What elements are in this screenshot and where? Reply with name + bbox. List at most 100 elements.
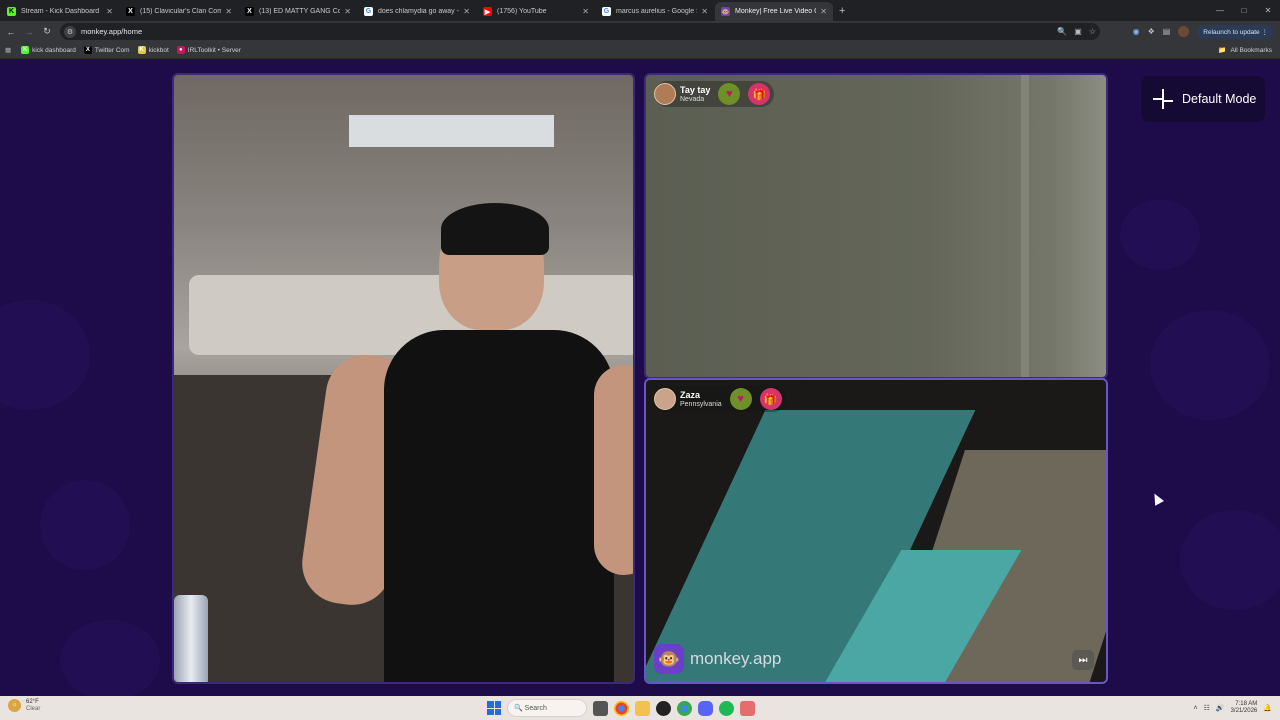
audio-icon[interactable]: ◉ <box>1133 27 1140 36</box>
bookmark-favicon-icon: K <box>137 46 146 54</box>
bookmark-item[interactable]: Kkick dashboard <box>21 46 76 54</box>
mouse-cursor <box>1150 491 1164 506</box>
tab-favicon-icon: X <box>126 7 135 16</box>
bookmark-item[interactable]: Kkickbot <box>137 46 169 54</box>
default-mode-button[interactable]: Default Mode <box>1141 76 1265 122</box>
windows-taskbar: ☼ 62°F Clear 🔍 Search ˄ ☷ 🔊 7:18 AM 3/21… <box>0 696 1280 720</box>
close-tab-icon[interactable]: ✕ <box>463 7 470 16</box>
close-tab-icon[interactable]: ✕ <box>225 7 232 16</box>
browser-tab[interactable]: Gmarcus aurelius - Google Search ✕ <box>596 2 714 21</box>
avatar <box>654 83 676 105</box>
tab-title: Stream - Kick Dashboard <box>21 8 100 15</box>
bookmark-label: kickbot <box>148 46 169 54</box>
close-tab-icon[interactable]: ✕ <box>582 7 589 16</box>
volume-icon[interactable]: 🔊 <box>1216 704 1225 712</box>
active-chrome-icon[interactable] <box>740 700 755 716</box>
back-icon[interactable]: ← <box>2 27 20 37</box>
bookmark-item[interactable]: ● IRLToolkit • Server <box>176 46 241 54</box>
collapse-corners-icon <box>1153 89 1173 109</box>
address-bar[interactable]: ⚙ monkey.app/home 🔍 ▣ ☆ <box>60 23 1100 40</box>
chrome-profile-icon[interactable] <box>677 700 692 716</box>
reload-icon[interactable]: ↻ <box>38 26 56 37</box>
bookmark-item[interactable]: X Twitter Com <box>83 46 130 54</box>
chevron-up-icon[interactable]: ˄ <box>1193 705 1197 712</box>
gift-icon[interactable]: 🎁 <box>759 388 782 410</box>
minimize-icon[interactable]: — <box>1208 0 1232 21</box>
relaunch-button[interactable]: Relaunch to update ⋮ <box>1197 24 1274 39</box>
user-location: Pennsylvania <box>680 400 722 408</box>
browser-tab[interactable]: K Stream - Kick Dashboard ✕ <box>1 2 119 21</box>
search-placeholder: Search <box>524 704 547 712</box>
remote-video-feed-bottom: Zaza Pennsylvania ♥ 🎁 🐵 monkey.app ⏭ <box>644 378 1108 684</box>
side-panel-icon[interactable]: ▤ <box>1163 27 1171 36</box>
close-tab-icon[interactable]: ✕ <box>820 7 827 16</box>
mode-label: Default Mode <box>1182 92 1257 106</box>
spotify-icon[interactable] <box>719 700 734 716</box>
tab-favicon-icon: X <box>245 7 254 16</box>
discord-icon[interactable] <box>698 700 713 716</box>
heart-icon[interactable]: ♥ <box>718 83 741 105</box>
all-bookmarks-label: All Bookmarks <box>1230 47 1272 54</box>
tab-favicon-icon: ▶ <box>483 7 492 16</box>
clock-date: 3/21/2026 <box>1230 708 1258 714</box>
close-tab-icon[interactable]: ✕ <box>106 7 113 16</box>
brand-text: monkey.app <box>690 649 782 668</box>
tab-favicon-icon: G <box>364 7 373 16</box>
close-window-icon[interactable]: ✕ <box>1256 0 1280 21</box>
task-view-icon[interactable] <box>593 700 608 716</box>
tab-title: (13) ED MATTY GANG Community <box>259 8 341 15</box>
tab-title: does chlamydia go away - Google <box>378 8 459 15</box>
browser-tab[interactable]: Gdoes chlamydia go away - Google ✕ <box>358 2 476 21</box>
skip-next-icon[interactable]: ⏭ <box>1072 650 1094 670</box>
clock[interactable]: 7:18 AM 3/21/2026 <box>1231 701 1258 716</box>
browser-tab[interactable]: X (15) Clavicular's Clan Community✕ <box>120 2 238 21</box>
maximize-icon[interactable]: □ <box>1232 0 1256 21</box>
bookmark-favicon-icon: K <box>21 46 30 54</box>
chrome-icon[interactable] <box>614 700 629 716</box>
extensions-icon[interactable]: ❖ <box>1148 27 1155 36</box>
bookmark-star-icon[interactable]: ☆ <box>1089 27 1096 36</box>
gift-icon[interactable]: 🎁 <box>748 83 771 105</box>
relaunch-label: Relaunch to update <box>1203 28 1260 36</box>
browser-tab[interactable]: 🐵 Monkey| Free Live Video Chat ✕ <box>715 2 833 21</box>
bookmark-label: IRLToolkit • Server <box>187 46 241 54</box>
system-tray: ˄ ☷ 🔊 7:18 AM 3/21/2026 🔔 <box>1193 696 1272 720</box>
bookmark-label: Twitter Com <box>94 46 130 54</box>
profile-avatar[interactable] <box>1178 26 1190 37</box>
taskbar-search[interactable]: 🔍 Search <box>507 699 587 717</box>
tab-title: Monkey| Free Live Video Chat <box>735 8 816 15</box>
browser-tab-strip: K Stream - Kick Dashboard ✕ X (15) Clavicula… <box>0 0 1280 21</box>
notification-bell-icon[interactable]: 🔔 <box>1263 704 1272 712</box>
tab-title: (1756) YouTube <box>497 8 547 15</box>
tab-title: marcus aurelius - Google Search <box>616 8 697 15</box>
user-location: Nevada <box>680 95 705 103</box>
zoom-icon[interactable]: 🔍 <box>1057 27 1067 36</box>
apps-grid-icon[interactable]: ▦ <box>5 46 11 54</box>
bookmark-label: kick dashboard <box>32 46 76 54</box>
url-text: monkey.app/home <box>81 27 143 36</box>
windows-start-icon[interactable] <box>487 701 501 715</box>
weather-temp: 62°F <box>26 699 39 705</box>
user-name: Zaza <box>680 389 701 400</box>
close-tab-icon[interactable]: ✕ <box>701 7 708 16</box>
heart-icon[interactable]: ♥ <box>729 388 752 410</box>
new-tab-button[interactable]: + <box>839 5 845 17</box>
site-info-icon[interactable]: ⚙ <box>64 25 76 38</box>
all-bookmarks-button[interactable]: 📁 All Bookmarks <box>1218 42 1272 59</box>
browser-tab[interactable]: X (13) ED MATTY GANG Community✕ <box>239 2 357 21</box>
weather-widget[interactable]: ☼ 62°F Clear <box>8 699 40 713</box>
cast-icon[interactable]: ▣ <box>1074 27 1082 36</box>
close-tab-icon[interactable]: ✕ <box>344 7 351 16</box>
app-icon[interactable] <box>656 700 671 716</box>
user-chip-bottom[interactable]: Zaza Pennsylvania ♥ 🎁 <box>654 386 786 412</box>
forward-icon[interactable]: → <box>20 27 38 37</box>
tab-favicon-icon: 🐵 <box>721 7 730 16</box>
browser-tab[interactable]: ▶ (1756) YouTube ✕ <box>477 2 595 21</box>
network-icon[interactable]: ☷ <box>1204 704 1210 712</box>
user-chip-top[interactable]: Tay tay Nevada ♥ 🎁 <box>654 81 775 107</box>
clock-time: 7:18 AM <box>1235 700 1258 707</box>
folder-icon: 📁 <box>1218 47 1227 54</box>
file-explorer-icon[interactable] <box>635 700 650 716</box>
self-video-feed <box>172 73 635 684</box>
monkey-logo-icon: 🐵 <box>654 644 684 674</box>
